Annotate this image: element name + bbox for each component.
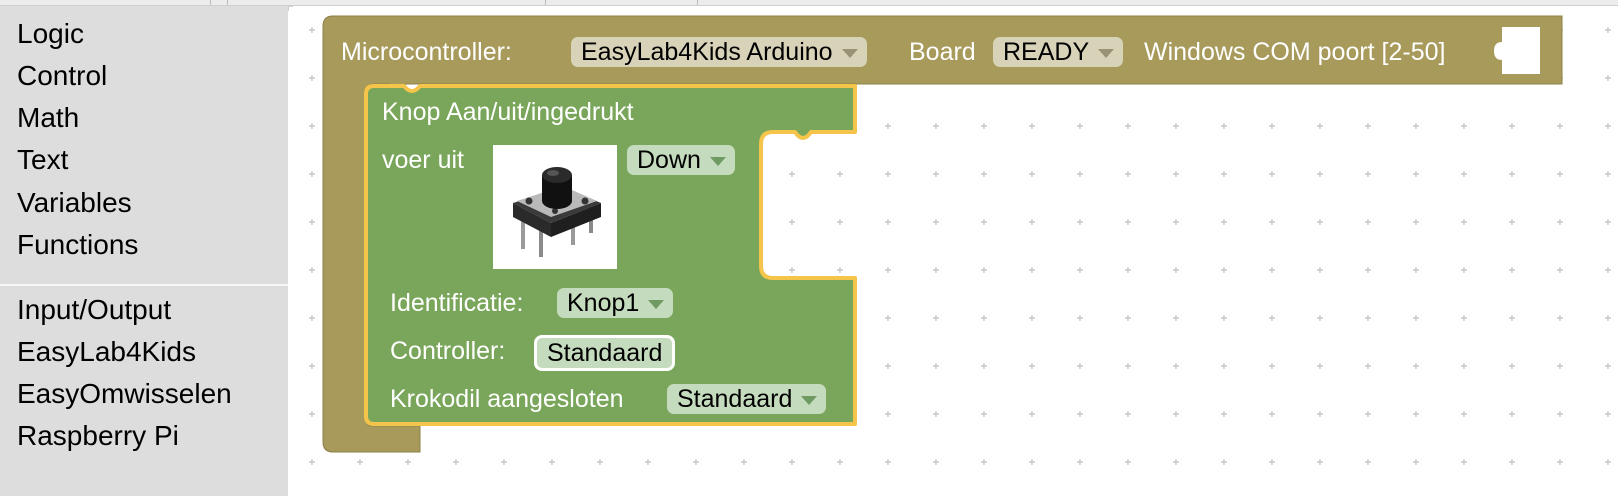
controller-field[interactable]: Standaard bbox=[535, 336, 675, 370]
port-label: Windows COM poort [2-50] bbox=[1144, 38, 1446, 66]
identification-value: Knop1 bbox=[567, 289, 640, 317]
chevron-down-icon bbox=[841, 49, 858, 58]
event-value: Down bbox=[637, 146, 701, 174]
board-status-dropdown[interactable]: READY bbox=[993, 37, 1124, 67]
pushbutton-image-icon bbox=[513, 167, 601, 257]
board-type-value: EasyLab4Kids Arduino bbox=[581, 38, 833, 66]
button-block-title: Knop Aan/uit/ingedrukt bbox=[382, 98, 634, 126]
microcontroller-label: Microcontroller: bbox=[341, 38, 512, 66]
exec-label: voer uit bbox=[382, 146, 464, 174]
board-type-dropdown[interactable]: EasyLab4Kids Arduino bbox=[571, 37, 867, 67]
board-status-value: READY bbox=[1003, 38, 1090, 66]
identification-dropdown[interactable]: Knop1 bbox=[557, 288, 674, 318]
board-label: Board bbox=[909, 38, 976, 66]
chevron-down-icon bbox=[648, 300, 665, 309]
controller-value: Standaard bbox=[547, 339, 663, 367]
crocodile-value: Standaard bbox=[677, 385, 793, 413]
chevron-down-icon bbox=[1098, 49, 1115, 58]
event-dropdown[interactable]: Down bbox=[627, 145, 735, 175]
controller-label: Controller: bbox=[390, 337, 506, 365]
crocodile-dropdown[interactable]: Standaard bbox=[667, 384, 827, 414]
crocodile-label: Krokodil aangesloten bbox=[390, 385, 624, 413]
pushbutton-photo bbox=[493, 145, 617, 269]
identification-label: Identificatie: bbox=[390, 289, 524, 317]
chevron-down-icon bbox=[709, 157, 726, 166]
chevron-down-icon bbox=[801, 396, 818, 405]
block-canvas bbox=[322, 15, 1563, 453]
